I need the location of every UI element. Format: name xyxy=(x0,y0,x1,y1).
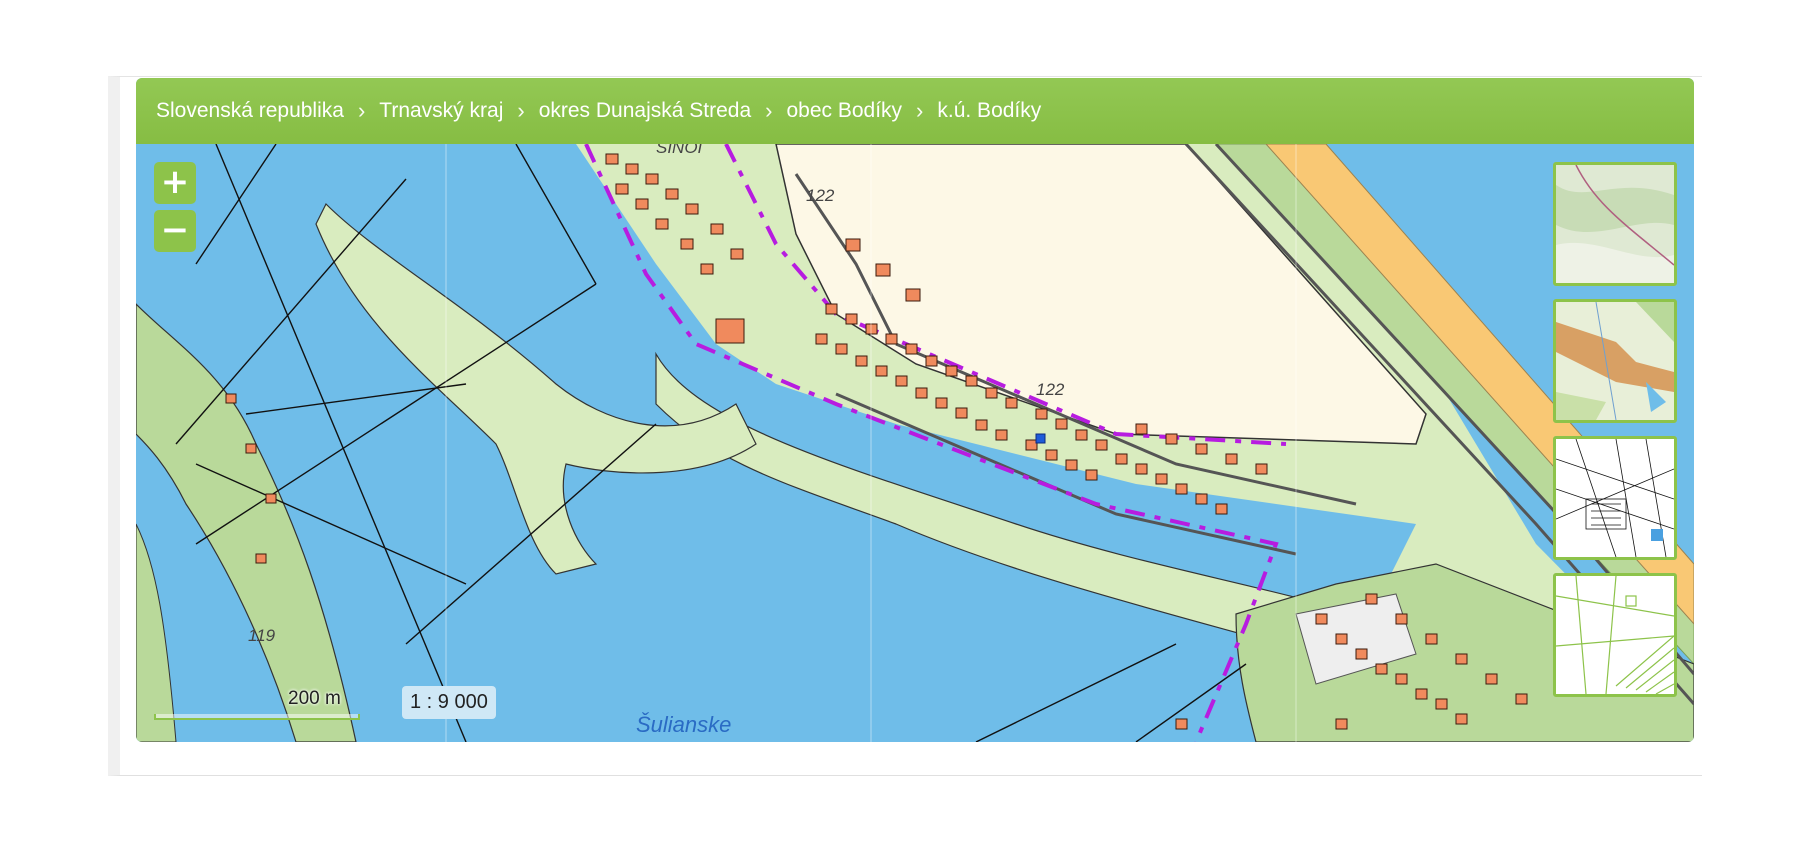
elevation-label: 119 xyxy=(248,626,276,645)
chevron-right-icon: › xyxy=(517,98,525,123)
map-widget: Slovenská republika › Trnavský kraj › ok… xyxy=(136,78,1694,742)
breadcrumb: Slovenská republika › Trnavský kraj › ok… xyxy=(136,78,1694,144)
layer-parcels[interactable] xyxy=(1553,573,1677,697)
scale-distance: 200 m xyxy=(288,688,341,709)
scale-bar xyxy=(154,714,360,720)
map-drawing xyxy=(136,144,1694,742)
layer-terrain[interactable] xyxy=(1553,162,1677,286)
layer-orthophoto[interactable] xyxy=(1553,299,1677,423)
layer-cadastre[interactable] xyxy=(1553,436,1677,560)
parcels-map-icon xyxy=(1556,576,1674,694)
scale-ratio[interactable]: 1 : 9 000 xyxy=(402,686,496,719)
water-body-label: Šulianske xyxy=(636,712,732,737)
chevron-right-icon: › xyxy=(916,98,924,123)
zoom-in-button[interactable]: + xyxy=(154,162,196,204)
breadcrumb-municipality[interactable]: obec Bodíky xyxy=(786,99,902,123)
breadcrumb-region[interactable]: Trnavský kraj xyxy=(379,99,503,123)
chevron-right-icon: › xyxy=(357,98,366,123)
elevation-label: 122 xyxy=(1036,380,1065,399)
terrain-map-icon xyxy=(1556,165,1674,283)
layer-switcher xyxy=(1553,162,1677,710)
cadastre-map-icon xyxy=(1556,439,1674,557)
breadcrumb-district[interactable]: okres Dunajská Streda xyxy=(539,99,751,123)
breadcrumb-cadastral-area[interactable]: k.ú. Bodíky xyxy=(937,99,1041,123)
breadcrumb-country[interactable]: Slovenská republika xyxy=(156,99,344,123)
zoom-out-button[interactable]: − xyxy=(154,210,196,252)
elevation-label: 122 xyxy=(806,186,835,205)
orthophoto-map-icon xyxy=(1556,302,1674,420)
chevron-right-icon: › xyxy=(765,98,773,123)
map-canvas[interactable]: Šulianske SINOI 122 122 119 xyxy=(136,138,1694,742)
